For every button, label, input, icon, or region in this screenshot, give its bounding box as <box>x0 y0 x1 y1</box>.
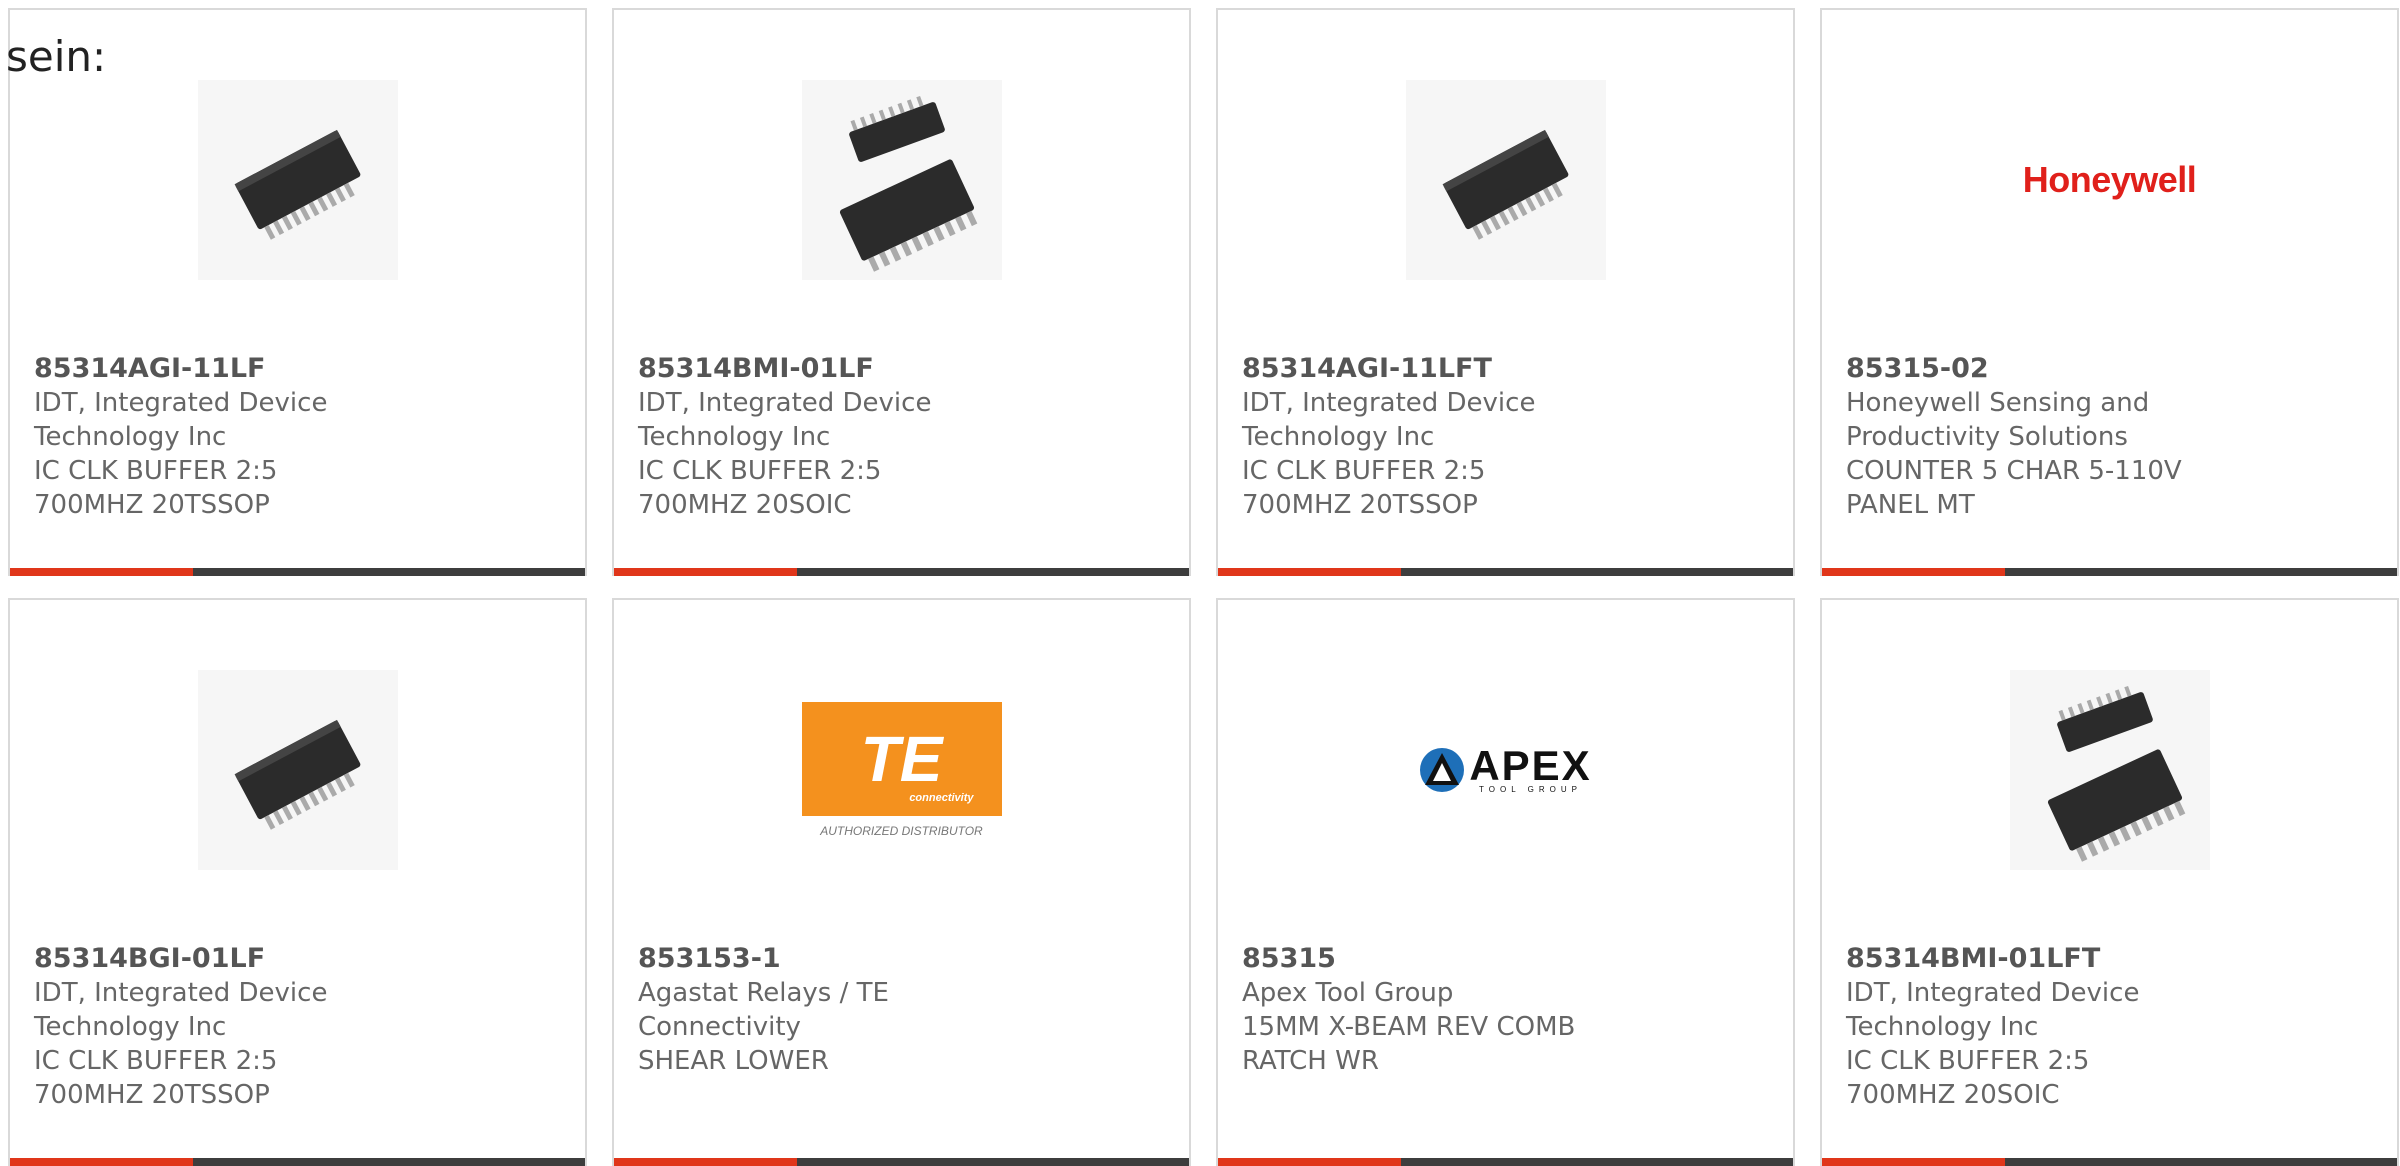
product-card[interactable]: 85314BGI-01LF IDT, Integrated Device Tec… <box>8 598 587 1166</box>
description: IC CLK BUFFER 2:5 700MHZ 20TSSOP <box>34 1046 278 1110</box>
product-info: 85314BMI-01LF IDT, Integrated Device Tec… <box>638 352 1169 522</box>
card-footer-bar <box>1218 568 1793 576</box>
card-footer-bar <box>614 1158 1189 1166</box>
product-card[interactable]: 85314AGI-11LF IDT, Integrated Device Tec… <box>8 8 587 576</box>
tssop-chip-icon <box>234 719 360 830</box>
chip-image[interactable] <box>801 80 1002 280</box>
card-footer-bar <box>10 568 585 576</box>
manufacturer: IDT, Integrated Device Technology Inc <box>34 388 328 452</box>
card-footer-bar <box>1218 1158 1793 1166</box>
manufacturer: Apex Tool Group <box>1242 978 1454 1008</box>
honeywell-logo-icon: Honeywell <box>2022 159 2197 200</box>
product-info: 85314BMI-01LFT IDT, Integrated Device Te… <box>1846 942 2377 1112</box>
apex-logo-sub: TOOL GROUP <box>1479 784 1582 794</box>
card-footer-bar <box>1822 568 2397 576</box>
product-info: 85315 Apex Tool Group 15MM X-BEAM REV CO… <box>1242 942 1773 1078</box>
product-card[interactable]: 85314AGI-11LFT IDT, Integrated Device Te… <box>1216 8 1795 576</box>
authorized-distributor-caption: AUTHORIZED DISTRIBUTOR <box>820 824 983 838</box>
chip-image[interactable] <box>197 670 398 870</box>
brand-logo[interactable]: TE connectivity AUTHORIZED DISTRIBUTOR <box>801 670 1002 870</box>
card-footer-bar <box>614 568 1189 576</box>
part-number[interactable]: 85315-02 <box>1846 352 2377 386</box>
chip-image[interactable] <box>2009 670 2210 870</box>
chip-image[interactable] <box>197 80 398 280</box>
description: SHEAR LOWER <box>638 1046 829 1076</box>
product-info: 85315-02 Honeywell Sensing and Productiv… <box>1846 352 2377 522</box>
apex-triangle-icon <box>1420 748 1465 792</box>
description: IC CLK BUFFER 2:5 700MHZ 20SOIC <box>638 456 882 520</box>
product-info: 85314BGI-01LF IDT, Integrated Device Tec… <box>34 942 565 1112</box>
brand-logo[interactable]: Honeywell <box>2009 80 2210 280</box>
product-grid: 85314AGI-11LF IDT, Integrated Device Tec… <box>8 8 2400 1166</box>
manufacturer: Agastat Relays / TE Connectivity <box>638 978 889 1042</box>
apex-logo-text: APEX <box>1469 741 1592 789</box>
product-card[interactable]: 85314BMI-01LF IDT, Integrated Device Tec… <box>612 8 1191 576</box>
part-number[interactable]: 85315 <box>1242 942 1773 976</box>
manufacturer: IDT, Integrated Device Technology Inc <box>34 978 328 1042</box>
chip-image[interactable] <box>1405 80 1606 280</box>
soic-chips-icon <box>839 95 977 272</box>
brand-logo[interactable]: APEX TOOL GROUP <box>1405 670 1606 870</box>
apex-logo-icon: APEX TOOL GROUP <box>1419 741 1592 794</box>
part-number[interactable]: 85314AGI-11LFT <box>1242 352 1773 386</box>
product-info: 853153-1 Agastat Relays / TE Connectivit… <box>638 942 1169 1078</box>
product-info: 85314AGI-11LF IDT, Integrated Device Tec… <box>34 352 565 522</box>
part-number[interactable]: 85314AGI-11LF <box>34 352 565 386</box>
description: IC CLK BUFFER 2:5 700MHZ 20SOIC <box>1846 1046 2090 1110</box>
product-card[interactable]: APEX TOOL GROUP 85315 Apex Tool Group 15… <box>1216 598 1795 1166</box>
part-number[interactable]: 853153-1 <box>638 942 1169 976</box>
manufacturer: IDT, Integrated Device Technology Inc <box>1846 978 2140 1042</box>
intro-text: sein: <box>6 32 107 81</box>
product-info: 85314AGI-11LFT IDT, Integrated Device Te… <box>1242 352 1773 522</box>
te-logo-sub: connectivity <box>909 792 974 804</box>
product-card[interactable]: Honeywell 85315-02 Honeywell Sensing and… <box>1820 8 2399 576</box>
part-number[interactable]: 85314BMI-01LF <box>638 352 1169 386</box>
product-card[interactable]: TE connectivity AUTHORIZED DISTRIBUTOR 8… <box>612 598 1191 1166</box>
manufacturer: Honeywell Sensing and Productivity Solut… <box>1846 388 2150 452</box>
manufacturer: IDT, Integrated Device Technology Inc <box>1242 388 1536 452</box>
description: 15MM X-BEAM REV COMB RATCH WR <box>1242 1012 1576 1076</box>
card-footer-bar <box>10 1158 585 1166</box>
manufacturer: IDT, Integrated Device Technology Inc <box>638 388 932 452</box>
card-footer-bar <box>1822 1158 2397 1166</box>
description: IC CLK BUFFER 2:5 700MHZ 20TSSOP <box>1242 456 1486 520</box>
te-logo-icon: TE connectivity AUTHORIZED DISTRIBUTOR <box>801 702 1002 838</box>
description: IC CLK BUFFER 2:5 700MHZ 20TSSOP <box>34 456 278 520</box>
soic-chips-icon <box>2047 685 2185 862</box>
tssop-chip-icon <box>1442 129 1568 240</box>
product-card[interactable]: 85314BMI-01LFT IDT, Integrated Device Te… <box>1820 598 2399 1166</box>
description: COUNTER 5 CHAR 5-110V PANEL MT <box>1846 456 2182 520</box>
te-logo-text: TE <box>860 723 943 795</box>
part-number[interactable]: 85314BMI-01LFT <box>1846 942 2377 976</box>
tssop-chip-icon <box>234 129 360 240</box>
part-number[interactable]: 85314BGI-01LF <box>34 942 565 976</box>
